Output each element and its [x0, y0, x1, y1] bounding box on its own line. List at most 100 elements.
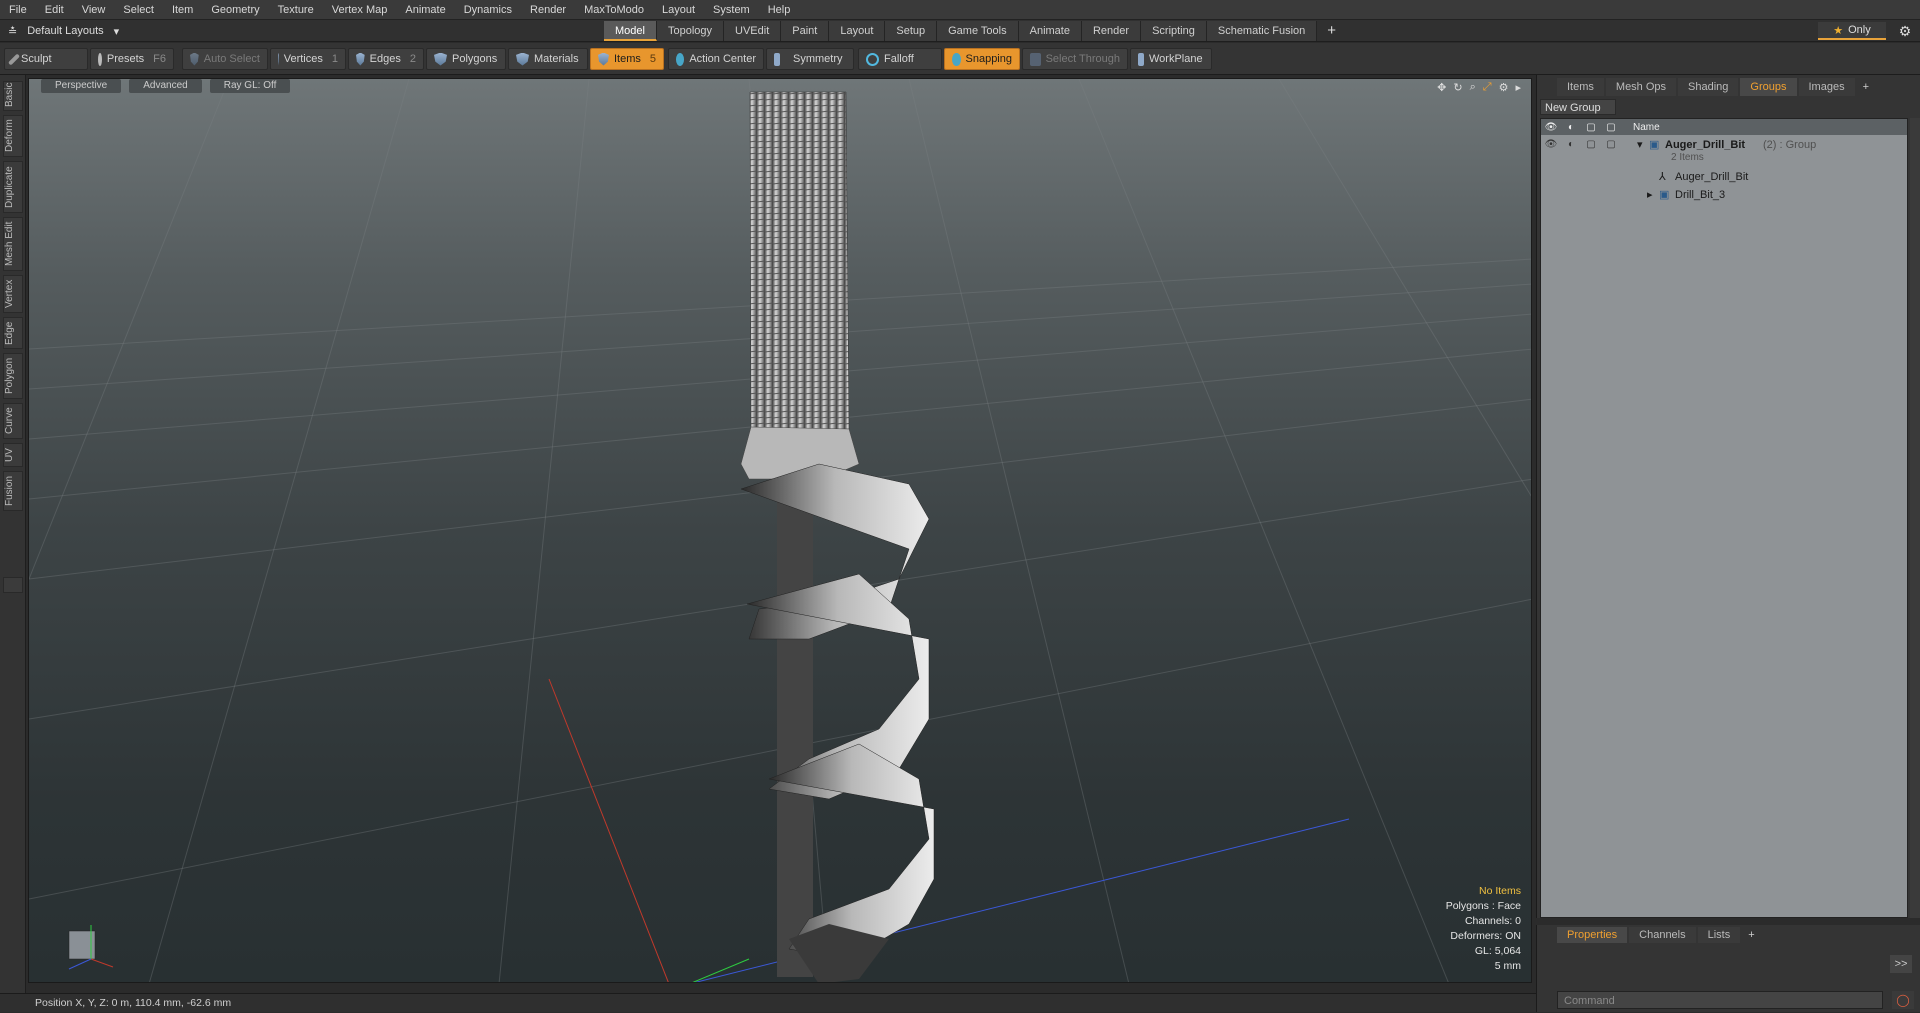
layout-tabs: Model Topology UVEdit Paint Layout Setup… [604, 21, 1346, 41]
menu-file[interactable]: File [0, 0, 36, 20]
menu-select[interactable]: Select [114, 0, 163, 20]
eye-icon[interactable]: 👁 [1541, 137, 1561, 153]
menu-view[interactable]: View [73, 0, 115, 20]
lefttab-duplicate[interactable]: Duplicate [3, 161, 23, 213]
only-toggle[interactable]: ★ Only [1818, 22, 1886, 40]
gear-icon[interactable]: ⚙ [1896, 22, 1914, 40]
new-group-button[interactable]: New Group [1540, 99, 1616, 115]
materials-icon [516, 52, 529, 66]
edges-shortcut: 2 [409, 53, 416, 65]
select-toggle-icon[interactable]: ▢ [1601, 137, 1621, 153]
tab-shading[interactable]: Shading [1678, 78, 1739, 96]
items-button[interactable]: Items 5 [590, 48, 664, 70]
view-settings-icon[interactable]: ⚙ [1499, 81, 1509, 94]
lock-toggle-icon[interactable]: ▢ [1581, 137, 1601, 153]
zoom-view-icon[interactable]: ⌕ [1470, 81, 1476, 94]
tab-layout[interactable]: Layout [829, 21, 886, 41]
menu-texture[interactable]: Texture [269, 0, 323, 20]
action-center-label: Action Center [689, 53, 756, 65]
tab-paint[interactable]: Paint [781, 21, 830, 41]
command-history-icon[interactable]: ◯ [1892, 991, 1914, 1009]
tab-game-tools[interactable]: Game Tools [937, 21, 1019, 41]
tab-lists[interactable]: Lists [1697, 927, 1741, 943]
edges-button[interactable]: Edges 2 [348, 48, 424, 70]
visibility-header-icon[interactable]: 👁 [1541, 122, 1561, 133]
presets-button[interactable]: Presets F6 [90, 48, 174, 70]
group-child-row[interactable]: ▸ ▣ Drill_Bit_3 [1541, 187, 1907, 203]
render-toggle-icon[interactable]: ◐ [1561, 137, 1581, 153]
menu-edit[interactable]: Edit [36, 0, 73, 20]
sculpt-button[interactable]: Sculpt [4, 48, 88, 70]
lefttab-deform[interactable]: Deform [3, 115, 23, 157]
group-row[interactable]: 👁 ◐ ▢ ▢ ▾ ▣ Auger_Drill_Bit (2) : Group … [1541, 137, 1907, 167]
lock-header-icon[interactable]: ▢ [1581, 122, 1601, 133]
vertices-button[interactable]: Vertices 1 [270, 48, 346, 70]
lefttab-vertex[interactable]: Vertex [3, 275, 23, 313]
tab-topology[interactable]: Topology [656, 21, 725, 41]
add-tab-icon[interactable]: + [1317, 21, 1346, 41]
tab-mesh-ops[interactable]: Mesh Ops [1605, 78, 1677, 96]
menu-animate[interactable]: Animate [396, 0, 454, 20]
groups-list-scrollbar[interactable] [1910, 118, 1920, 918]
command-input[interactable]: Command [1557, 991, 1883, 1009]
lefttab-polygon[interactable]: Polygon [3, 353, 23, 399]
menu-render[interactable]: Render [521, 0, 575, 20]
symmetry-button[interactable]: Symmetry [766, 48, 854, 70]
lefttab-mesh-edit[interactable]: Mesh Edit [3, 217, 23, 271]
view-perspective-button[interactable]: Perspective [41, 79, 122, 93]
tab-channels[interactable]: Channels [1629, 927, 1696, 943]
collapse-icon[interactable]: ≛ [8, 25, 17, 38]
menu-item[interactable]: Item [163, 0, 202, 20]
menu-vertex-map[interactable]: Vertex Map [323, 0, 397, 20]
tab-properties[interactable]: Properties [1557, 927, 1628, 943]
add-panel-tab-icon[interactable]: + [1857, 78, 1875, 96]
tab-images[interactable]: Images [1798, 78, 1855, 96]
materials-button[interactable]: Materials [508, 48, 588, 70]
select-header-icon[interactable]: ▢ [1601, 122, 1621, 133]
select-through-button[interactable]: Select Through [1022, 48, 1128, 70]
lefttab-basic[interactable]: Basic [3, 81, 23, 111]
tab-render[interactable]: Render [1081, 21, 1142, 41]
tab-schematic-fusion[interactable]: Schematic Fusion [1206, 21, 1318, 41]
action-center-button[interactable]: Action Center [668, 48, 764, 70]
menu-dynamics[interactable]: Dynamics [455, 0, 521, 20]
group-child-row[interactable]: ⅄ Auger_Drill_Bit [1541, 169, 1907, 185]
layout-dropdown[interactable]: ≛ Default Layouts ▾ [8, 22, 119, 40]
lefttab-curve[interactable]: Curve [3, 403, 23, 439]
lefttab-fusion[interactable]: Fusion [3, 471, 23, 511]
rotate-view-icon[interactable]: ↻ [1453, 81, 1462, 94]
snapping-button[interactable]: Snapping [944, 48, 1020, 70]
menu-layout[interactable]: Layout [653, 0, 704, 20]
move-view-icon[interactable]: ✥ [1437, 81, 1446, 94]
tab-groups[interactable]: Groups [1740, 78, 1797, 96]
workplane-button[interactable]: WorkPlane [1130, 48, 1212, 70]
menu-help[interactable]: Help [759, 0, 800, 20]
tab-scripting[interactable]: Scripting [1141, 21, 1207, 41]
expand-arrow-icon[interactable]: ▾ [1637, 137, 1643, 153]
select-through-label: Select Through [1045, 53, 1120, 65]
falloff-button[interactable]: Falloff [858, 48, 942, 70]
lefttab-edge[interactable]: Edge [3, 317, 23, 349]
expand-arrow-icon[interactable]: ▸ [1647, 187, 1653, 203]
add-properties-tab-icon[interactable]: + [1742, 927, 1760, 943]
menu-system[interactable]: System [704, 0, 759, 20]
expand-button[interactable]: >> [1890, 955, 1912, 973]
polygons-button[interactable]: Polygons [426, 48, 506, 70]
tab-setup[interactable]: Setup [885, 21, 938, 41]
view-advanced-button[interactable]: Advanced [129, 79, 202, 93]
play-icon[interactable]: ▸ [1515, 81, 1521, 94]
tab-items[interactable]: Items [1557, 78, 1604, 96]
render-header-icon[interactable]: ◐ [1561, 122, 1581, 133]
3d-viewport[interactable]: Perspective Advanced Ray GL: Off ✥ ↻ ⌕ ⤢… [28, 78, 1532, 983]
tab-model[interactable]: Model [604, 21, 657, 41]
view-raygl-button[interactable]: Ray GL: Off [209, 79, 291, 93]
auto-select-button[interactable]: Auto Select [182, 48, 268, 70]
lefttab-extra-button[interactable] [3, 577, 23, 593]
tab-animate[interactable]: Animate [1018, 21, 1082, 41]
lefttab-uv[interactable]: UV [3, 443, 23, 467]
menu-geometry[interactable]: Geometry [202, 0, 268, 20]
menu-maxtomodo[interactable]: MaxToModo [575, 0, 653, 20]
name-column-header[interactable]: Name [1633, 122, 1660, 133]
fit-view-icon[interactable]: ⤢ [1483, 81, 1492, 94]
tab-uvedit[interactable]: UVEdit [724, 21, 782, 41]
